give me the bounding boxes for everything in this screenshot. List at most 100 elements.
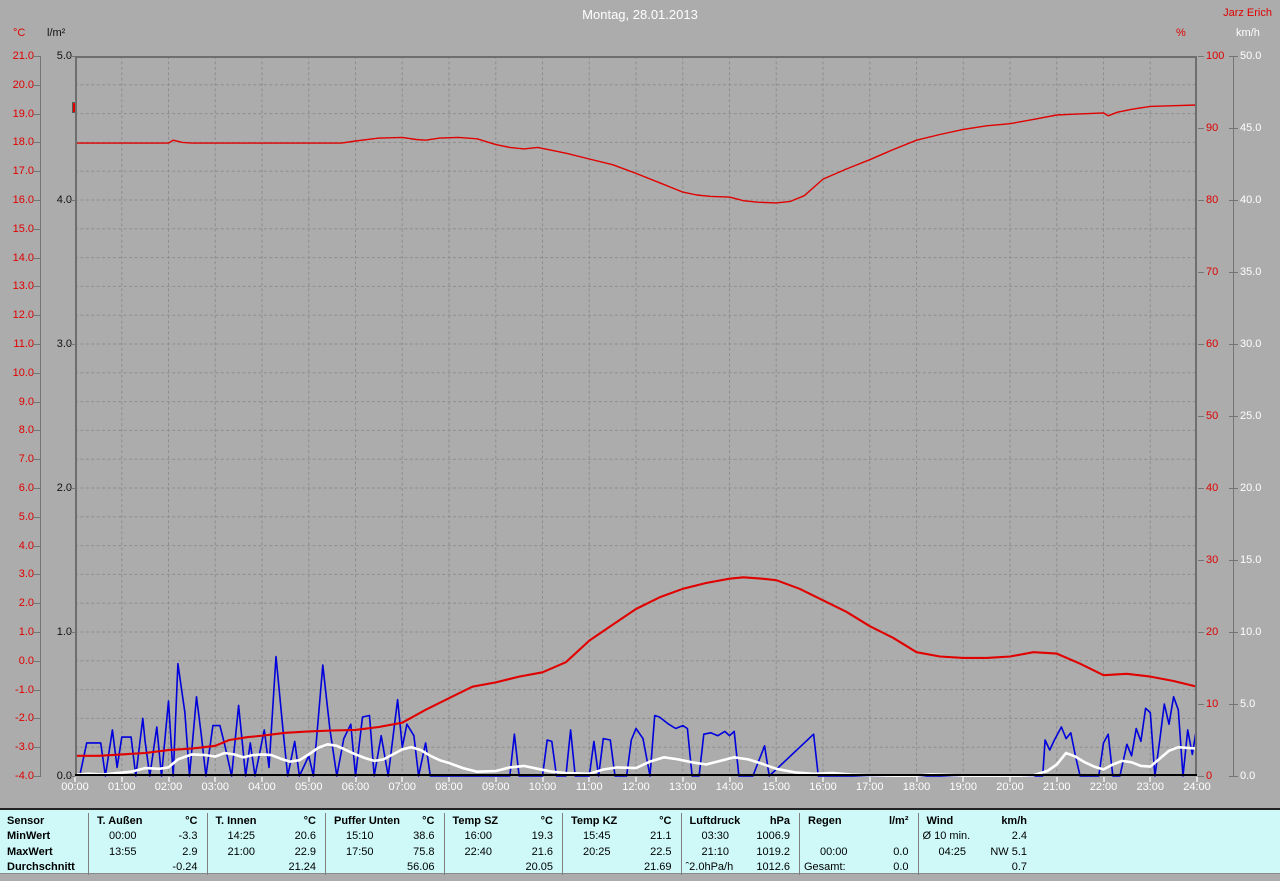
time-tick-label: 08:00 [435, 781, 463, 793]
humidity-tick-label: 30 [1206, 554, 1219, 566]
table-cell-puffer-unten: 15:10 38.6 [325, 828, 444, 844]
rain-tick [69, 344, 75, 345]
cell-time: Gesamt: [804, 861, 846, 874]
table-cell-temp-kz: 21.69 [562, 859, 681, 875]
time-tick-label: 11:00 [575, 781, 603, 793]
celsius-tick-label: 9.0 [18, 395, 34, 408]
wind-tick [1229, 704, 1238, 705]
cell-value: 75.8 [413, 845, 435, 858]
celsius-tick [33, 113, 41, 115]
wind-tick-label: 10.0 [1240, 626, 1262, 638]
cell-time: 17:50 [346, 845, 374, 858]
time-tick [915, 777, 918, 782]
celsius-tick-label: 3.0 [18, 568, 34, 581]
rain-tick [69, 56, 75, 57]
cell-time: 04:25 [938, 845, 967, 858]
celsius-tick [33, 228, 41, 230]
table-cell-luftdruck: ˆ2.0hPa/h 1012.6 [680, 859, 800, 875]
humidity-tick-label: 20 [1206, 626, 1219, 638]
time-tick [1009, 777, 1011, 782]
wind-tick-label: 35.0 [1240, 266, 1262, 278]
wind-tick-label: 40.0 [1240, 194, 1262, 206]
time-tick-label: 14:00 [715, 781, 744, 793]
wind-tick-label: 15.0 [1240, 554, 1262, 566]
cell-time: ˆ2.0hPa/h [685, 861, 734, 874]
cell-value: 21.1 [650, 830, 672, 843]
celsius-axis-line [40, 56, 41, 777]
celsius-tick-label: 21.0 [12, 50, 34, 62]
celsius-tick-label: 18.0 [12, 136, 34, 149]
table-cell-temp-kz: 20:25 22.5 [562, 844, 681, 860]
time-tick-label: 01:00 [107, 781, 136, 793]
watermark-author: Jarz Erich [1223, 7, 1272, 19]
page-title: Montag, 28.01.2013 [582, 7, 698, 22]
time-tick-label: 21:00 [1042, 781, 1071, 793]
humidity-tick-label: 40 [1206, 482, 1219, 494]
wind-tick [1229, 488, 1238, 489]
cell-time: Luftdruck [689, 814, 741, 827]
cell-value: -0.24 [172, 861, 198, 874]
table-row-label: MinWert [7, 830, 51, 843]
time-tick-label: 19:00 [949, 781, 978, 793]
celsius-tick-label: 20.0 [12, 78, 34, 91]
time-tick [1196, 777, 1198, 782]
cell-value: °C [422, 814, 435, 827]
table-filler [1036, 813, 1280, 829]
cell-time: 22:40 [464, 845, 493, 858]
celsius-tick-label: 17.0 [12, 165, 34, 178]
cell-value: 20.6 [294, 830, 316, 843]
wind-tick [1229, 632, 1238, 633]
humidity-tick [1198, 776, 1204, 777]
celsius-tick-label: 12.0 [12, 309, 34, 322]
cell-value: 21.69 [643, 861, 672, 874]
cell-time: 00:00 [820, 845, 848, 858]
cell-value: 1012.6 [756, 861, 790, 874]
celsius-tick [33, 776, 41, 777]
time-tick [1055, 777, 1058, 782]
cell-value: NW 5.1 [990, 845, 1027, 858]
time-tick [681, 777, 684, 782]
cell-value: km/h [1001, 814, 1027, 827]
table-cell-t-au-en: 13:55 2.9 [88, 844, 207, 860]
celsius-tick-label: 7.0 [18, 453, 34, 466]
time-tick [728, 777, 731, 782]
time-tick-label: 18:00 [902, 781, 931, 793]
cell-value: °C [303, 814, 316, 827]
table-cell-puffer-unten: Puffer Unten °C [325, 813, 444, 829]
cell-value: °C [185, 814, 198, 827]
table-cell-temp-sz: 22:40 21.6 [443, 844, 563, 860]
humidity-tick [1198, 632, 1204, 633]
humidity-tick [1198, 416, 1204, 417]
time-tick [214, 777, 217, 782]
celsius-tick-label: 1.0 [18, 626, 34, 638]
table-cell-luftdruck: Luftdruck hPa [680, 813, 800, 829]
wind-tick [1229, 128, 1238, 129]
cell-time: Ø 10 min. [922, 830, 971, 843]
table-cell-wind: 0.7 [917, 859, 1037, 875]
celsius-tick-label: -2.0 [15, 712, 34, 725]
cell-value: 22.5 [650, 845, 672, 858]
cell-value: 19.3 [531, 830, 553, 843]
cell-value: 0.0 [893, 861, 909, 874]
cell-value: 22.9 [294, 845, 316, 858]
table-row-label: MaxWert [7, 845, 53, 858]
time-tick [494, 777, 497, 782]
table-cell-t-innen: T. Innen °C [206, 813, 326, 829]
time-tick [261, 777, 263, 782]
celsius-tick-label: 19.0 [12, 107, 34, 120]
celsius-tick-label: 8.0 [18, 424, 34, 437]
celsius-tick-label: -3.0 [15, 741, 34, 754]
wind-tick [1229, 344, 1238, 345]
wind-tick-label: 20.0 [1240, 482, 1262, 494]
time-tick [120, 777, 123, 782]
table-cell-regen: Gesamt: 0.0 [799, 859, 918, 875]
table-cell-wind: Wind km/h [917, 813, 1037, 829]
cell-value: 1019.2 [756, 845, 790, 858]
time-tick-label: 10:00 [528, 781, 557, 793]
time-tick-label: 16:00 [809, 781, 837, 793]
time-tick [635, 777, 637, 782]
table-row-label: Sensor [7, 814, 45, 827]
weather-station-window: Montag, 28.01.2013 Jarz Erich °C l/m² % … [0, 0, 1280, 881]
cell-time: 14:25 [227, 830, 256, 843]
celsius-tick-label: 6.0 [18, 482, 34, 494]
